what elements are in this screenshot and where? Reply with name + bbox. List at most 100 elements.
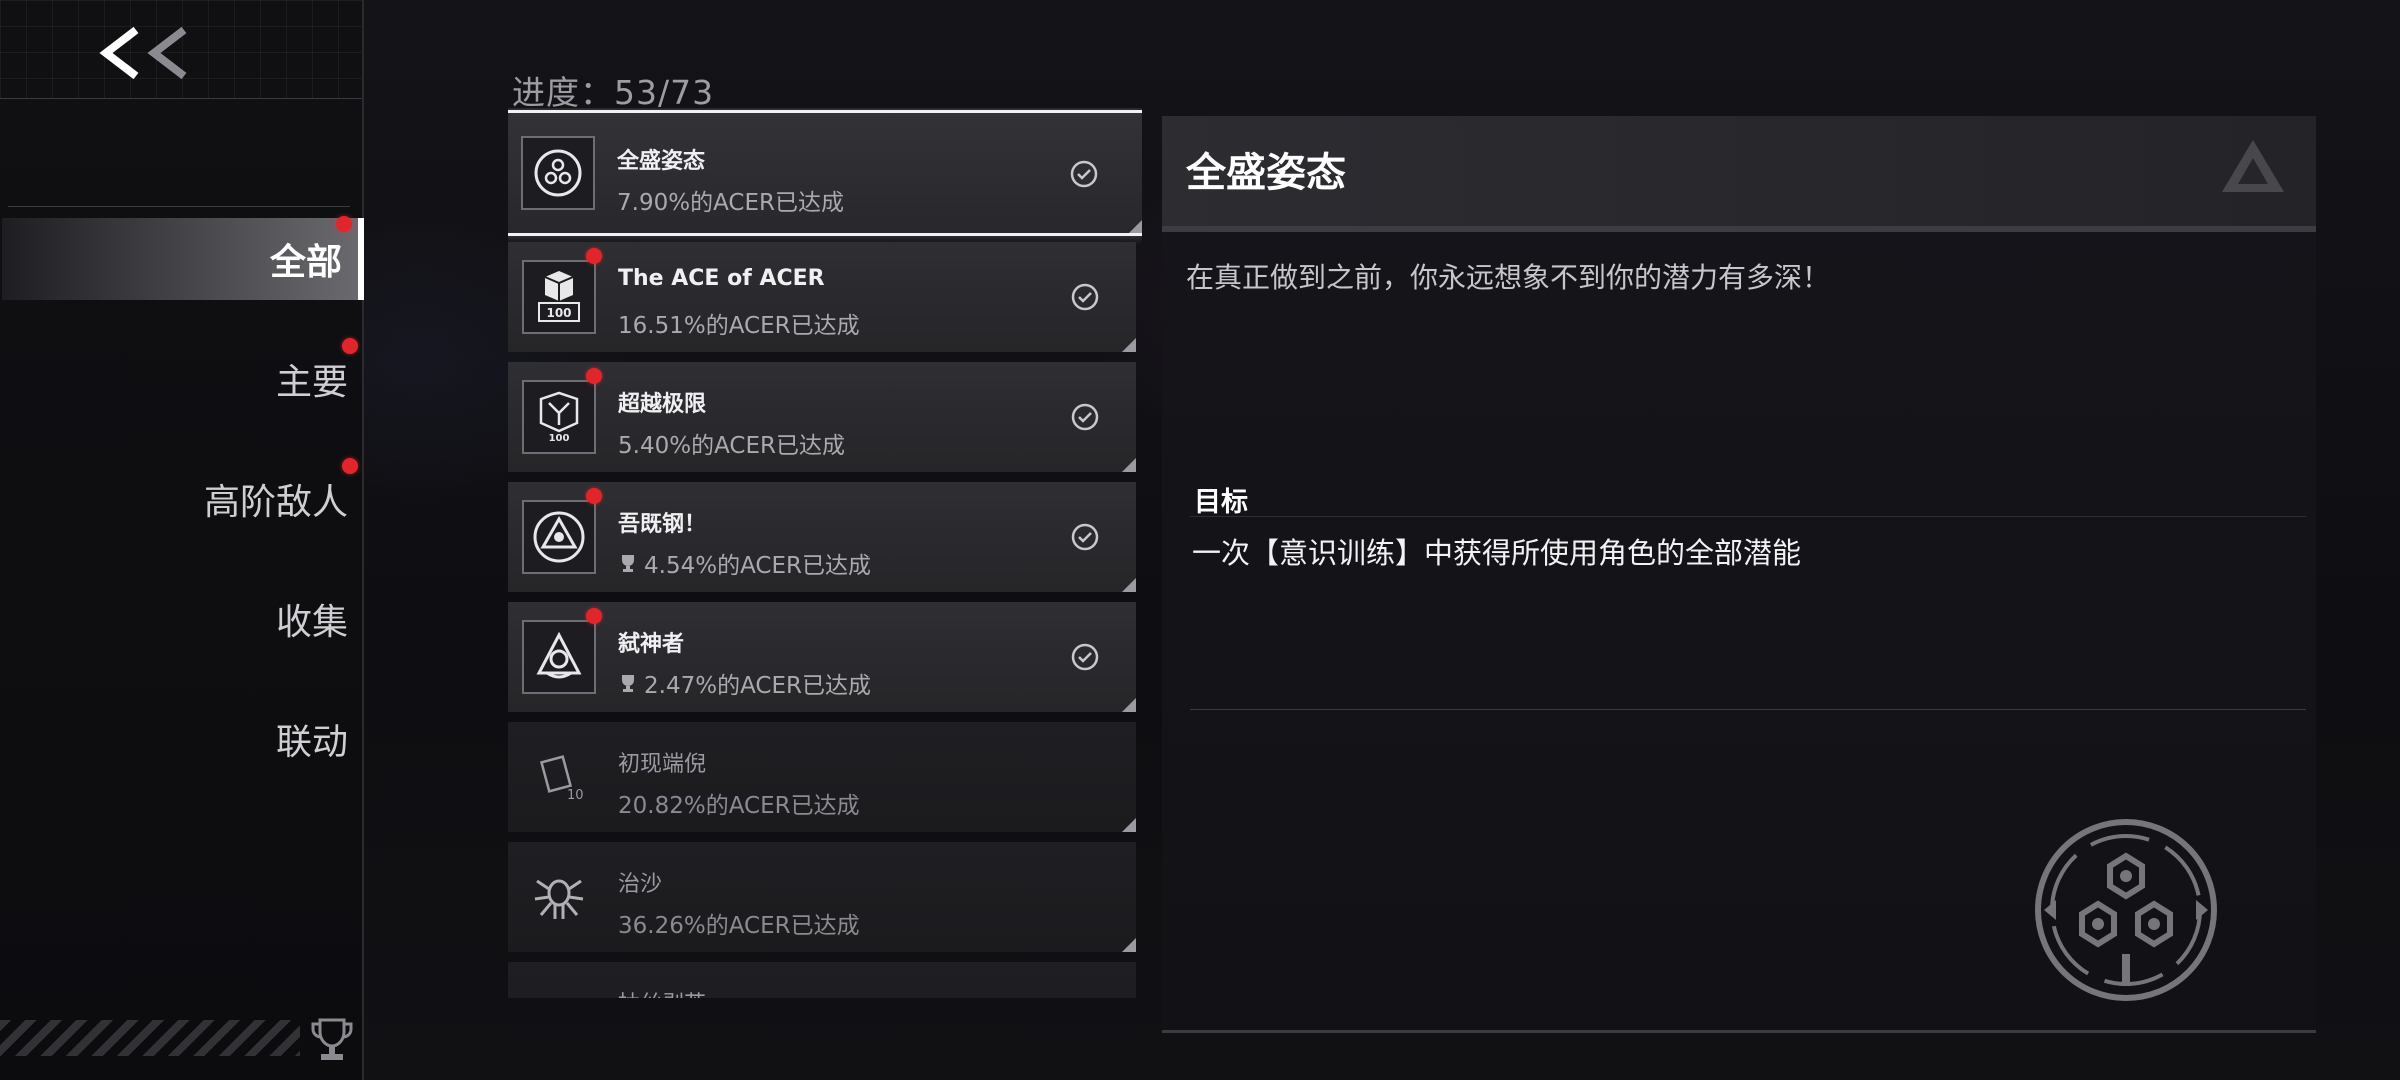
card-corner-decoration <box>1122 338 1136 352</box>
trophy-small-icon <box>622 675 634 692</box>
achievement-card[interactable]: 抽丝剥茧 <box>508 962 1136 998</box>
sidebar-item-label: 全部 <box>269 242 342 283</box>
card-corner-decoration <box>1122 818 1136 832</box>
achievement-card[interactable]: 全盛姿态 7.90%的ACER已达成 <box>508 110 1142 236</box>
back-button[interactable] <box>96 18 196 88</box>
goal-text: 一次【意识训练】中获得所使用角色的全部潜能 <box>1192 536 1802 570</box>
hex-emblem-large-icon <box>2035 819 2217 1001</box>
sidebar-item-main[interactable]: 主要 <box>0 338 362 420</box>
achievement-card[interactable]: 吾既钢！ 4.54%的ACER已达成 <box>508 482 1136 592</box>
achievement-title: 治沙 <box>618 872 663 897</box>
sidebar-item-elite-enemies[interactable]: 高阶敌人 <box>0 458 362 540</box>
achievement-card[interactable]: 100 The ACE of ACER 16.51%的ACER已达成 <box>508 242 1136 352</box>
new-indicator-dot <box>342 338 358 354</box>
nav-divider <box>8 206 350 207</box>
sidebar-item-label: 联动 <box>275 722 348 763</box>
achievement-rate-text: 16.51%的ACER已达成 <box>618 313 860 339</box>
achievement-title: 全盛姿态 <box>617 149 706 174</box>
sidebar-item-all[interactable]: 全部 <box>2 216 364 300</box>
achievement-badge: 100 <box>522 380 596 454</box>
spider-icon <box>534 879 584 919</box>
achievement-rate-text: 36.26%的ACER已达成 <box>618 913 860 939</box>
check-circle-icon <box>1071 283 1099 311</box>
achievement-badge <box>521 136 595 210</box>
achievement-title: 超越极限 <box>618 392 707 417</box>
check-circle-icon <box>1071 643 1099 671</box>
achievement-rate: 4.54%的ACER已达成 <box>618 546 871 580</box>
generic-icon <box>531 989 587 998</box>
achievement-title: 初现端倪 <box>618 752 707 777</box>
achievement-card[interactable]: 治沙 36.26%的ACER已达成 <box>508 842 1136 952</box>
hex-emblem-icon <box>534 149 582 197</box>
new-indicator-dot <box>586 608 602 624</box>
detail-title: 全盛姿态 <box>1186 150 1346 196</box>
crown-emblem-icon <box>536 631 582 679</box>
card-corner-decoration <box>1122 458 1136 472</box>
double-chevron-left-icon <box>99 26 187 80</box>
card-corner-decoration <box>1122 578 1136 592</box>
divider <box>1190 709 2306 710</box>
card-corner-decoration <box>1122 938 1136 952</box>
cube-100-gem-icon: 100 <box>539 391 579 444</box>
achievement-badge <box>522 980 596 998</box>
svg-text:10: 10 <box>567 788 584 803</box>
divider <box>1190 516 2306 517</box>
achievement-rate: 36.26%的ACER已达成 <box>618 906 860 940</box>
sidebar-item-collection[interactable]: 收集 <box>0 578 362 660</box>
achievement-rate: 20.82%的ACER已达成 <box>618 786 860 820</box>
new-indicator-dot <box>336 216 352 232</box>
game-logo-icon <box>2222 140 2284 192</box>
achievement-badge <box>522 860 596 934</box>
svg-text:100: 100 <box>549 433 570 444</box>
achievement-title: 弑神者 <box>618 632 685 657</box>
check-circle-icon <box>1070 160 1098 188</box>
achievement-rate-text: 20.82%的ACER已达成 <box>618 793 860 819</box>
card-corner-decoration <box>1129 219 1142 233</box>
achievement-rate: 5.40%的ACER已达成 <box>618 426 845 460</box>
triangle-emblem-icon <box>533 511 585 563</box>
trophy-icon <box>311 1018 353 1060</box>
sidebar: 全部 主要 高阶敌人 收集 联动 <box>0 0 364 1080</box>
achievement-rate-text: 7.90%的ACER已达成 <box>617 190 844 216</box>
achievement-card[interactable]: 10 初现端倪 20.82%的ACER已达成 <box>508 722 1136 832</box>
new-indicator-dot <box>342 458 358 474</box>
new-indicator-dot <box>586 368 602 384</box>
achievement-card[interactable]: 100 超越极限 5.40%的ACER已达成 <box>508 362 1136 472</box>
achievement-badge: 100 <box>522 260 596 334</box>
achievement-badge <box>522 500 596 574</box>
achievement-description: 在真正做到之前，你永远想象不到你的潜力有多深！ <box>1186 261 1831 294</box>
sidebar-item-label: 高阶敌人 <box>203 482 348 523</box>
achievement-badge <box>522 620 596 694</box>
sidebar-item-label: 收集 <box>275 602 348 643</box>
card-corner-decoration <box>1122 698 1136 712</box>
trophy-button[interactable] <box>310 1016 354 1064</box>
achievement-rate-text: 5.40%的ACER已达成 <box>618 433 845 459</box>
goal-label: 目标 <box>1194 487 1248 518</box>
new-indicator-dot <box>586 488 602 504</box>
progress-counter: 进度：53/73 <box>512 73 715 112</box>
achievement-list[interactable]: 全盛姿态 7.90%的ACER已达成 100 The ACE of ACER 1… <box>508 108 1142 998</box>
svg-text:100: 100 <box>546 306 571 320</box>
sidebar-item-label: 主要 <box>275 362 348 403</box>
achievement-title: 抽丝剥茧 <box>618 986 706 998</box>
card-10-icon: 10 <box>539 755 584 803</box>
achievement-badge: 10 <box>522 740 596 814</box>
trophy-small-icon <box>622 555 634 572</box>
detail-header: 全盛姿态 <box>1162 116 2316 232</box>
stripe-decoration <box>0 1020 300 1056</box>
achievement-rate-text: 4.54%的ACER已达成 <box>644 553 871 579</box>
achievement-rate: 2.47%的ACER已达成 <box>618 666 871 700</box>
cube-100-icon: 100 <box>538 271 580 322</box>
achievement-card[interactable]: 弑神者 2.47%的ACER已达成 <box>508 602 1136 712</box>
achievement-rate: 16.51%的ACER已达成 <box>618 306 860 340</box>
achievements-screen: 全部 主要 高阶敌人 收集 联动 进度：53/73 全盛姿态 7.90%的ACE… <box>0 0 2400 1080</box>
achievement-title: The ACE of ACER <box>618 266 825 291</box>
check-circle-icon <box>1071 403 1099 431</box>
achievement-title: 吾既钢！ <box>618 512 707 537</box>
new-indicator-dot <box>586 248 602 264</box>
achievement-rate: 7.90%的ACER已达成 <box>617 183 844 217</box>
check-circle-icon <box>1071 523 1099 551</box>
achievement-detail-panel: 全盛姿态 在真正做到之前，你永远想象不到你的潜力有多深！ 目标 一次【意识训练】… <box>1162 116 2316 1033</box>
achievement-rate-text: 2.47%的ACER已达成 <box>644 673 871 699</box>
sidebar-item-collab[interactable]: 联动 <box>0 698 362 780</box>
